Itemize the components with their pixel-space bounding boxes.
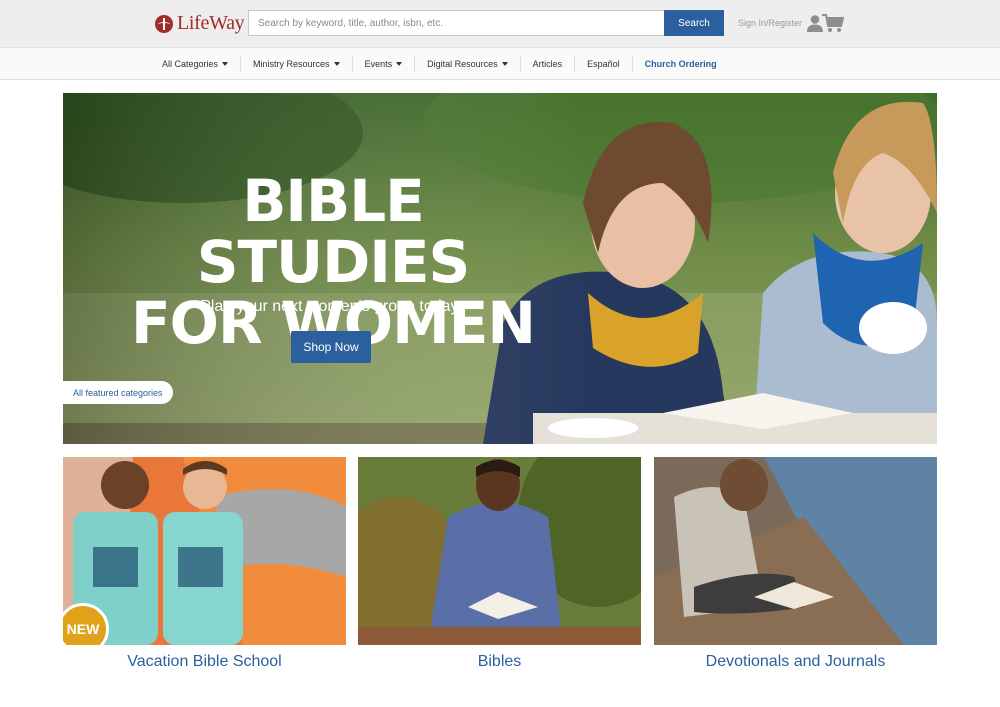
all-featured-categories-link[interactable]: All featured categories <box>63 381 173 404</box>
nav-label: Digital Resources <box>427 58 498 69</box>
tile-label[interactable]: Vacation Bible School <box>63 650 346 674</box>
hero-title-line1: BIBLE STUDIES <box>196 167 471 296</box>
hero-title: BIBLE STUDIES FOR WOMEN <box>103 171 563 354</box>
cart-button[interactable] <box>822 13 845 38</box>
tile-label[interactable]: Devotionals and Journals <box>654 650 937 674</box>
caret-down-icon <box>501 61 508 66</box>
sign-in-link[interactable]: Sign In/Register <box>738 14 824 32</box>
logo-text: LifeWay <box>177 12 245 34</box>
search-button[interactable]: Search <box>664 10 724 36</box>
logo-mark-icon <box>155 14 173 33</box>
nav-label: Church Ordering <box>644 58 717 69</box>
nav-label: All Categories <box>162 58 219 69</box>
nav-articles[interactable]: Articles <box>521 55 576 72</box>
tile-label[interactable]: Bibles <box>358 650 641 674</box>
caret-down-icon <box>333 61 340 66</box>
nav-church-ordering[interactable]: Church Ordering <box>633 56 729 72</box>
site-header: LifeWay Search Sign In/Register <box>0 0 1000 47</box>
lifeway-logo[interactable]: LifeWay <box>154 12 245 35</box>
nav-espanol[interactable]: Español <box>575 55 633 72</box>
search-input[interactable] <box>248 10 664 36</box>
caret-down-icon <box>222 61 229 66</box>
nav-label: Ministry Resources <box>253 58 330 69</box>
bibles-image <box>358 457 641 645</box>
nav-label: Español <box>587 58 620 69</box>
shop-now-button[interactable]: Shop Now <box>291 331 371 363</box>
nav-ministry-resources[interactable]: Ministry Resources <box>241 55 353 72</box>
hero-subtitle: Plan your next women's group today. <box>200 298 462 315</box>
search-bar: Search <box>248 10 724 36</box>
devotionals-image <box>654 457 937 645</box>
cart-icon <box>822 14 845 32</box>
nav-events[interactable]: Events <box>353 55 416 72</box>
sign-in-label: Sign In/Register <box>738 18 803 28</box>
caret-down-icon <box>396 61 403 66</box>
devotionals-photo[interactable] <box>654 457 937 645</box>
nav-label: Events <box>364 58 393 69</box>
nav-label: Articles <box>532 58 563 69</box>
tile-devotionals-journals[interactable]: Devotionals and Journals <box>654 457 937 674</box>
hero-banner[interactable]: BIBLE STUDIES FOR WOMEN Plan your next w… <box>63 93 937 444</box>
main-nav: All Categories Ministry Resources Events… <box>0 47 1000 80</box>
nav-digital-resources[interactable]: Digital Resources <box>415 55 521 72</box>
tile-bibles[interactable]: Bibles <box>358 457 641 674</box>
vbs-photo[interactable]: NEW <box>63 457 346 645</box>
tile-vacation-bible-school[interactable]: NEW Vacation Bible School <box>63 457 346 674</box>
nav-all-categories[interactable]: All Categories <box>150 55 242 72</box>
bibles-photo[interactable] <box>358 457 641 645</box>
